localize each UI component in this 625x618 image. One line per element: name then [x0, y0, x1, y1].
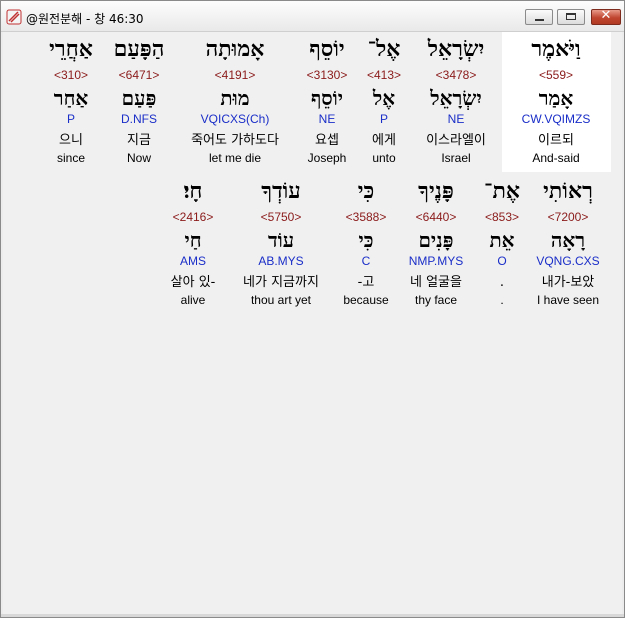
strong-number[interactable]: <413> — [367, 68, 401, 82]
korean-gloss: 네가 지금까지 — [243, 275, 319, 290]
lemma-word: אֵת — [489, 228, 515, 252]
hebrew-word[interactable]: חָי׃ — [184, 178, 203, 204]
parsing-code: P — [66, 112, 76, 126]
parsing-code: NE — [447, 112, 465, 126]
lemma-word: כִּי — [358, 228, 374, 252]
english-gloss: Israel — [441, 151, 471, 165]
lemma-word: אַחַר — [53, 86, 89, 110]
strong-number[interactable]: <5750> — [261, 210, 302, 224]
english-gloss: unto — [372, 151, 396, 165]
lemma-word: יִשְׂרָאֵל — [430, 86, 482, 110]
korean-gloss: 이스라엘이 — [426, 133, 486, 148]
korean-gloss: 네 얼굴을 — [410, 275, 462, 290]
korean-gloss: 이르되 — [538, 133, 574, 148]
parsing-code: O — [497, 254, 507, 268]
hebrew-word[interactable]: יוֹסֵף — [309, 36, 344, 62]
parsing-code: C — [361, 254, 371, 268]
hebrew-word[interactable]: אֶת־ — [484, 178, 520, 204]
english-gloss: since — [56, 151, 86, 165]
minimize-button[interactable] — [525, 9, 553, 25]
strong-number[interactable]: <6471> — [119, 68, 160, 82]
english-gloss: I have seen — [536, 293, 600, 307]
hebrew-word[interactable]: רְאוֹתִי — [543, 178, 593, 204]
strong-number[interactable]: <559> — [539, 68, 573, 82]
parsing-code: VQNG.CXS — [536, 254, 600, 268]
parsing-code: VQICXS(Ch) — [200, 112, 270, 126]
parsing-code: NE — [318, 112, 336, 126]
hebrew-word[interactable]: הַפָּעַם — [114, 36, 165, 62]
lemma-word: פַּעַם — [121, 86, 157, 110]
maximize-button[interactable] — [557, 9, 585, 25]
lemma-word: רָאָה — [550, 228, 586, 252]
parsing-code: D.NFS — [121, 112, 157, 126]
hebrew-word[interactable]: אַחֲרֵי — [49, 36, 93, 62]
hebrew-word[interactable]: עוֹדְךָ — [261, 178, 300, 204]
korean-gloss: . — [499, 275, 505, 290]
strong-number[interactable]: <4191> — [215, 68, 256, 82]
app-icon — [6, 9, 22, 25]
title-bar[interactable]: @원전분해 - 창 46:30 ✕ — [1, 1, 624, 32]
strong-number[interactable]: <3588> — [346, 210, 387, 224]
korean-gloss: 내가-보았 — [541, 275, 595, 290]
parsing-code: NMP.MYS — [408, 254, 464, 268]
hebrew-word[interactable]: וַיֹּאמֶר — [531, 36, 580, 62]
strong-number[interactable]: <3478> — [436, 68, 477, 82]
close-button[interactable]: ✕ — [591, 8, 621, 25]
korean-gloss: 지금 — [127, 133, 151, 148]
hebrew-word[interactable]: כִּי — [358, 178, 375, 204]
english-gloss: Now — [126, 151, 152, 165]
lemma-word: חַי — [184, 228, 202, 252]
korean-gloss: 요셉 — [315, 133, 339, 148]
strong-number[interactable]: <310> — [54, 68, 88, 82]
hebrew-word[interactable]: יִשְׂרָאֵל — [428, 36, 485, 62]
lemma-word: אָמַר — [538, 86, 574, 110]
korean-gloss: -고 — [357, 275, 375, 290]
english-gloss: . — [500, 293, 504, 307]
korean-gloss: 살아 있- — [170, 275, 216, 290]
parsing-code: CW.VQIMZS — [521, 112, 591, 126]
english-gloss: alive — [180, 293, 206, 307]
korean-gloss: 에게 — [372, 133, 396, 148]
english-gloss: And-said — [532, 151, 580, 165]
lemma-word: עוֹד — [267, 228, 295, 252]
lemma-word: יוֹסֵף — [310, 86, 344, 110]
parsing-code: AB.MYS — [258, 254, 304, 268]
parsing-code: P — [379, 112, 389, 126]
app-window: @원전분해 - 창 46:30 ✕ וַיֹּאמֶר <559> אָמַר CW.… — [0, 0, 625, 618]
analysis-panel: וַיֹּאמֶר <559> אָמַר CW.VQIMZS 이르되 And-said י… — [3, 32, 622, 614]
minimize-icon — [535, 19, 544, 21]
korean-gloss: 죽어도 가하도다 — [191, 133, 279, 148]
lemma-word: מוּת — [220, 86, 250, 110]
korean-gloss: 으니 — [59, 133, 83, 148]
status-bar — [1, 614, 624, 617]
hebrew-word[interactable]: פָּנֶיךָ — [418, 178, 454, 204]
hebrew-word[interactable]: אָמוּתָה — [206, 36, 265, 62]
parsing-code: AMS — [179, 254, 207, 268]
english-gloss: Joseph — [307, 151, 347, 165]
window-title: @원전분해 - 창 46:30 — [26, 12, 144, 26]
english-gloss: thy face — [414, 293, 458, 307]
strong-number[interactable]: <6440> — [416, 210, 457, 224]
strong-number[interactable]: <7200> — [548, 210, 589, 224]
close-icon: ✕ — [600, 8, 612, 23]
english-gloss: thou art yet — [250, 293, 312, 307]
strong-number[interactable]: <853> — [485, 210, 519, 224]
lemma-word: פָּנִים — [418, 228, 454, 252]
english-gloss: let me die — [208, 151, 262, 165]
strong-number[interactable]: <2416> — [173, 210, 214, 224]
english-gloss: because — [343, 293, 389, 307]
lemma-word: אֶל — [372, 86, 396, 110]
hebrew-word[interactable]: אֶל־ — [368, 36, 401, 62]
strong-number[interactable]: <3130> — [307, 68, 348, 82]
maximize-icon — [566, 13, 576, 20]
